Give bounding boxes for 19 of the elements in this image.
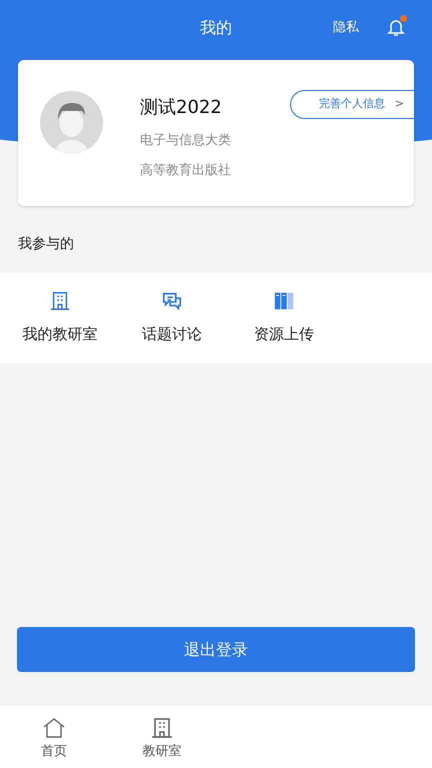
bell-icon[interactable] [387,17,405,37]
feature-item[interactable]: 我的教研室 [8,273,112,363]
books-icon [273,290,295,312]
tab-item[interactable]: 教研室 [108,706,216,768]
tab-item[interactable]: 首页 [0,706,108,768]
feature-item[interactable]: 话题讨论 [120,273,224,363]
section-title: 我参与的 [18,235,75,254]
feature-item[interactable]: 资源上传 [232,273,336,363]
building-icon [150,716,174,740]
logout-button[interactable]: 退出登录 [17,627,415,672]
building-icon [49,290,71,312]
user-category: 电子与信息大类 [140,132,231,150]
user-name: 测试2022 [140,97,223,119]
home-icon [42,716,66,740]
chat-icon [161,290,183,312]
user-organization: 高等教育出版社 [140,162,231,180]
page-title: 我的 [200,17,232,39]
complete-profile-button[interactable]: 完善个人信息 > [290,90,414,119]
privacy-link[interactable]: 隐私 [333,18,359,38]
